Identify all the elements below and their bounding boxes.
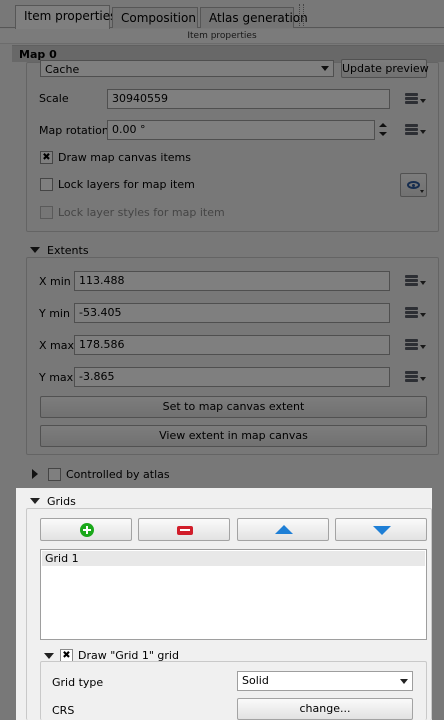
cache-combo[interactable]: Cache bbox=[40, 60, 334, 77]
ymin-data-defined-button[interactable] bbox=[401, 302, 429, 324]
dim-overlay-left bbox=[0, 488, 16, 720]
lock-styles-label: Lock layer styles for map item bbox=[58, 206, 225, 219]
tab-atlas-generation[interactable]: Atlas generation bbox=[200, 7, 308, 28]
xmin-data-defined-button[interactable] bbox=[401, 270, 429, 292]
lock-styles-checkbox[interactable] bbox=[40, 206, 53, 219]
move-grid-down-button[interactable] bbox=[335, 518, 427, 541]
grids-title: Grids bbox=[47, 495, 76, 508]
lock-layers-label: Lock layers for map item bbox=[58, 178, 195, 191]
splitter-handle[interactable] bbox=[299, 4, 302, 26]
collapse-grids-icon[interactable] bbox=[30, 498, 40, 504]
rotation-input[interactable]: 0.00 ° bbox=[107, 120, 390, 140]
draw-canvas-items-checkbox[interactable]: ✖ bbox=[40, 151, 53, 164]
grid-list[interactable]: Grid 1 bbox=[40, 549, 427, 640]
scale-label: Scale bbox=[39, 92, 69, 105]
rotation-spinner[interactable] bbox=[374, 120, 390, 140]
ymin-label: Y min bbox=[39, 307, 70, 320]
draw-canvas-items-label: Draw map canvas items bbox=[58, 151, 191, 164]
tab-composition[interactable]: Composition bbox=[112, 7, 198, 28]
scale-data-defined-button[interactable] bbox=[401, 88, 429, 110]
remove-grid-button[interactable] bbox=[138, 518, 230, 541]
xmin-input[interactable]: 113.488 bbox=[74, 271, 390, 291]
update-preview-button[interactable]: Update preview bbox=[341, 59, 429, 78]
tab-bar: Item properties Composition Atlas genera… bbox=[0, 0, 444, 29]
xmin-label: X min bbox=[39, 275, 71, 288]
add-grid-button[interactable] bbox=[40, 518, 132, 541]
spin-up-icon[interactable] bbox=[379, 123, 387, 127]
collapse-draw-grid-icon[interactable] bbox=[44, 653, 54, 659]
ymax-label: Y max bbox=[39, 371, 74, 384]
scale-input[interactable]: 30940559 bbox=[107, 89, 390, 109]
ymin-input[interactable]: -53.405 bbox=[74, 303, 390, 323]
spin-down-icon[interactable] bbox=[379, 132, 387, 136]
grid-type-label: Grid type bbox=[52, 676, 104, 689]
ymax-input[interactable]: -3.865 bbox=[74, 367, 390, 387]
move-grid-up-button[interactable] bbox=[237, 518, 329, 541]
xmax-label: X max bbox=[39, 339, 74, 352]
arrow-up-icon bbox=[275, 525, 293, 534]
lock-layers-checkbox[interactable] bbox=[40, 178, 53, 191]
arrow-down-icon bbox=[373, 526, 391, 535]
controlled-by-atlas-label: Controlled by atlas bbox=[66, 468, 170, 481]
extents-title: Extents bbox=[47, 244, 89, 257]
chevron-down-icon bbox=[321, 66, 329, 71]
grid-type-select[interactable]: Solid bbox=[237, 671, 413, 691]
panel-subheader: Item properties bbox=[0, 29, 444, 44]
tab-item-properties[interactable]: Item properties bbox=[15, 5, 116, 29]
xmax-input[interactable]: 178.586 bbox=[74, 335, 390, 355]
rotation-data-defined-button[interactable] bbox=[401, 119, 429, 141]
view-extent-button[interactable]: View extent in map canvas bbox=[40, 425, 427, 447]
collapse-extents-icon[interactable] bbox=[30, 247, 40, 253]
dim-overlay-right bbox=[432, 488, 444, 720]
grid-type-value: Solid bbox=[242, 674, 269, 687]
rotation-label: Map rotation bbox=[39, 124, 109, 137]
xmax-data-defined-button[interactable] bbox=[401, 334, 429, 356]
list-item[interactable]: Grid 1 bbox=[42, 551, 425, 566]
ymax-data-defined-button[interactable] bbox=[401, 366, 429, 388]
splitter-handle-2 bbox=[303, 4, 306, 26]
chevron-down-icon bbox=[400, 679, 408, 684]
expand-atlas-icon[interactable] bbox=[32, 469, 38, 479]
controlled-by-atlas-checkbox[interactable] bbox=[48, 468, 61, 481]
layer-presets-button[interactable] bbox=[400, 173, 427, 197]
set-map-canvas-extent-button[interactable]: Set to map canvas extent bbox=[40, 396, 427, 418]
cache-combo-value: Cache bbox=[45, 63, 80, 76]
crs-change-button[interactable]: change... bbox=[237, 698, 413, 720]
crs-label: CRS bbox=[52, 704, 75, 717]
